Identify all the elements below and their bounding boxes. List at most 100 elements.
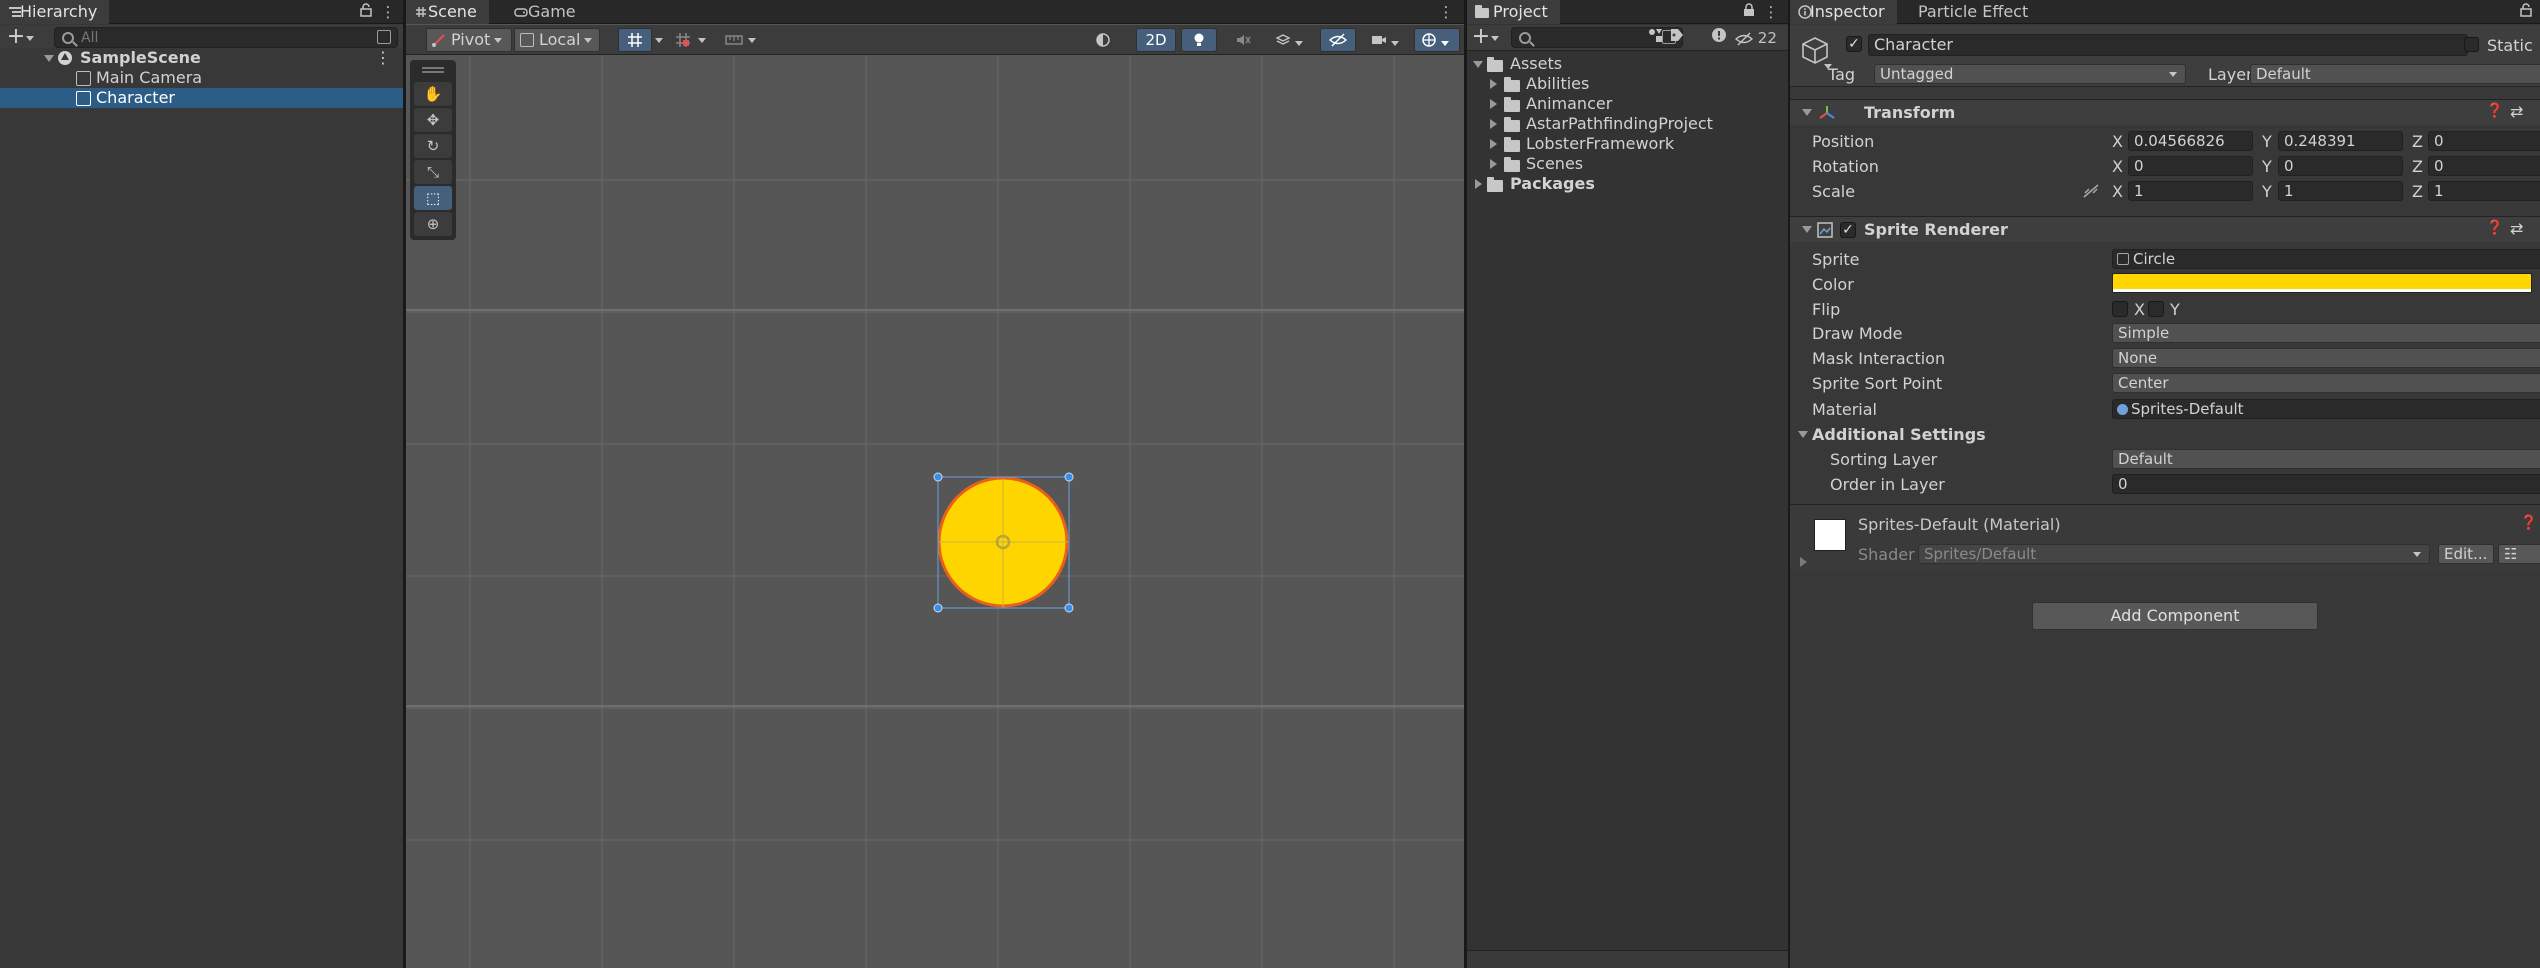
chevron-down-icon[interactable] [1802,226,1812,233]
static-checkbox[interactable] [2464,37,2479,52]
tab-hierarchy[interactable]: Hierarchy [0,0,110,24]
object-name-input[interactable]: Character [1868,34,2468,56]
chevron-down-icon[interactable] [698,38,706,43]
tab-game[interactable]: Game [506,0,588,24]
draw-mode-button[interactable] [1088,28,1128,68]
chevron-right-icon[interactable] [1490,99,1497,109]
material-help-icon[interactable]: ❓ [2520,515,2537,531]
chevron-right-icon[interactable] [1490,139,1497,149]
material-object-field[interactable]: Sprites-Default [2112,399,2540,419]
tab-project[interactable]: Project [1467,0,1560,24]
ruler-button[interactable] [718,28,748,52]
project-folder-lobster[interactable]: LobsterFramework [1467,134,1788,154]
chevron-right-icon[interactable] [1490,79,1497,89]
chevron-down-icon[interactable] [1798,431,1808,438]
sprite-sort-point-dropdown[interactable]: Center [2112,373,2540,393]
help-icon[interactable]: ❓ [2486,220,2503,236]
flip-y-checkbox[interactable] [2148,301,2164,317]
scale-x-field[interactable]: 1 [2128,181,2253,201]
chevron-right-icon[interactable] [1475,179,1482,189]
transform-tool-button[interactable]: ⊕ [414,212,452,236]
tab-particle-effect[interactable]: Particle Effect [1908,0,2040,24]
sprite-renderer-header[interactable]: ✓ Sprite Renderer ❓ ⇄ [1790,216,2540,242]
color-swatch-field[interactable] [2112,273,2532,293]
rotation-y-field[interactable]: 0 [2278,156,2403,176]
tab-scene[interactable]: Scene [406,0,489,24]
grid-snap-button[interactable] [618,28,652,52]
shader-edit-button[interactable]: Edit... [2438,544,2494,564]
mode-2d-toggle[interactable]: 2D [1136,28,1176,52]
lock-icon[interactable] [2516,2,2536,22]
constrain-proportions-icon[interactable] [2082,183,2100,199]
sorting-layer-dropdown[interactable]: Default [2112,449,2540,469]
palette-drag-handle[interactable] [422,67,444,73]
shader-dropdown[interactable]: Sprites/Default [1918,544,2430,564]
additional-settings-label[interactable]: Additional Settings [1812,425,1986,444]
rect-handle-top-left[interactable] [933,472,943,482]
filter-label-icon[interactable] [1667,27,1687,47]
chevron-down-icon[interactable] [44,55,54,62]
scale-y-field[interactable]: 1 [2278,181,2403,201]
lock-icon[interactable] [356,2,376,22]
project-folder-astar[interactable]: AstarPathfindingProject [1467,114,1788,134]
increment-snap-button[interactable] [668,28,696,52]
help-icon[interactable]: ❓ [2486,103,2503,119]
effects-button[interactable] [1268,28,1314,52]
position-x-field[interactable]: 0.04566826 [2128,131,2253,151]
flip-x-checkbox[interactable] [2112,301,2128,317]
rect-tool-button[interactable]: ⬚ [414,186,452,210]
lighting-toggle[interactable] [1181,28,1217,52]
hierarchy-item-character[interactable]: Character [0,88,403,108]
position-z-field[interactable]: 0 [2428,131,2540,151]
project-folder-animancer[interactable]: Animancer [1467,94,1788,114]
info-circle-icon[interactable] [1709,27,1729,47]
search-filter-icon[interactable] [377,30,391,44]
object-active-checkbox[interactable]: ✓ [1846,36,1862,52]
chevron-down-icon[interactable] [26,36,34,41]
rotate-tool-button[interactable]: ↻ [414,134,452,158]
pivot-toggle[interactable]: Pivot [426,28,512,52]
chevron-right-icon[interactable] [1800,557,1807,567]
presets-icon[interactable]: ⇄ [2510,219,2523,238]
chevron-right-icon[interactable] [1490,119,1497,129]
sprite-object-field[interactable]: Circle [2112,249,2540,269]
shader-menu-button[interactable]: ☷ [2498,544,2540,564]
gizmos-button[interactable] [1414,28,1460,52]
local-toggle[interactable]: Local [514,28,600,52]
chevron-down-icon[interactable] [748,38,756,43]
hidden-packages-toggle[interactable]: 22 [1734,28,1785,48]
draw-mode-dropdown[interactable]: Simple [2112,323,2540,343]
rotation-x-field[interactable]: 0 [2128,156,2253,176]
chevron-down-icon[interactable] [1473,61,1483,68]
chevron-right-icon[interactable] [1490,159,1497,169]
chevron-down-icon[interactable] [1802,109,1812,116]
layer-dropdown[interactable]: Default [2250,64,2540,84]
scale-tool-button[interactable]: ⤡ [414,160,452,184]
mask-interaction-dropdown[interactable]: None [2112,348,2540,368]
character-sprite[interactable] [931,467,1081,617]
more-options-icon[interactable]: ⋮ [378,2,398,22]
presets-icon[interactable]: ⇄ [2510,102,2523,121]
rect-handle-bottom-left[interactable] [933,603,943,613]
audio-toggle[interactable] [1226,28,1260,52]
hand-tool-button[interactable]: ✋ [414,82,452,106]
filter-type-icon[interactable] [1645,27,1665,47]
camera-settings-button[interactable] [1364,28,1410,52]
scale-z-field[interactable]: 1 [2428,181,2540,201]
hierarchy-item-main-camera[interactable]: Main Camera [0,68,403,88]
position-y-field[interactable]: 0.248391 [2278,131,2403,151]
more-options-icon[interactable]: ⋮ [1761,2,1781,22]
chevron-down-icon[interactable] [655,38,663,43]
rect-handle-top-right[interactable] [1064,472,1074,482]
create-plus-icon[interactable]: + [6,26,26,48]
project-folder-scenes[interactable]: Scenes [1467,154,1788,174]
packages-folder-row[interactable]: Packages [1467,174,1788,194]
hierarchy-search-input[interactable]: All [54,27,398,48]
more-options-icon[interactable]: ⋮ [1436,2,1456,22]
scene-more-icon[interactable]: ⋮ [375,48,391,68]
create-plus-icon[interactable]: + [1471,26,1491,48]
chevron-down-icon[interactable] [1491,36,1499,41]
order-in-layer-field[interactable]: 0 [2112,474,2540,494]
tag-dropdown[interactable]: Untagged [1874,64,2186,84]
move-tool-button[interactable]: ✥ [414,108,452,132]
